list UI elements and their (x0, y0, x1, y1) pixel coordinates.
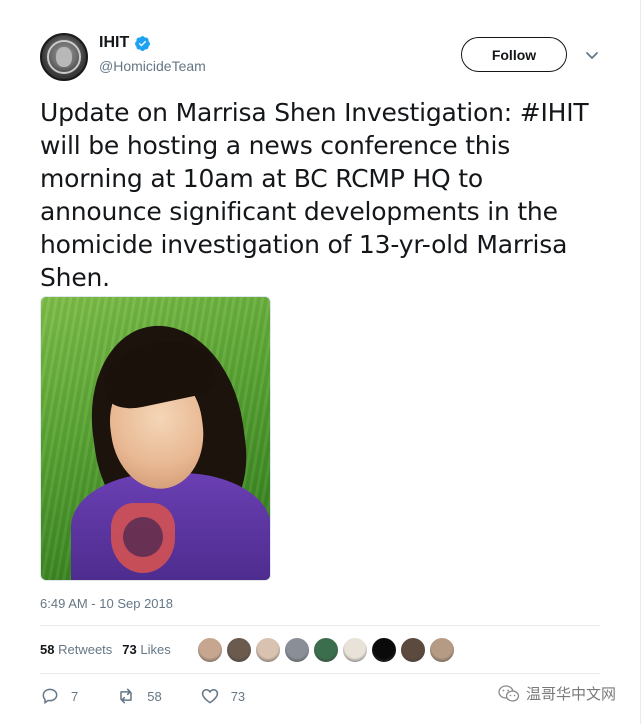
retweet-count: 58 (147, 688, 162, 704)
watermark: 温哥华中文网 (498, 683, 616, 704)
retweets-count: 58 (40, 642, 55, 657)
wechat-icon (498, 684, 520, 702)
like-count: 73 (230, 688, 246, 704)
retweet-icon (120, 688, 132, 704)
likes-count: 73 (122, 642, 137, 657)
liker-avatar[interactable] (255, 637, 281, 663)
verified-badge-icon (135, 35, 151, 51)
liker-avatar[interactable] (342, 637, 368, 663)
reply-action[interactable]: 7 (40, 686, 78, 706)
display-name[interactable]: IHIT (99, 33, 151, 53)
retweets-label: Retweets (58, 642, 113, 657)
divider (40, 625, 600, 626)
user-handle[interactable]: @HomicideTeam (99, 56, 206, 76)
tweet-text: Update on Marrisa Shen Investigation: #I… (40, 98, 589, 292)
chevron-down-icon[interactable] (584, 47, 600, 63)
follow-button[interactable]: Follow (461, 37, 567, 72)
liker-avatars (197, 637, 455, 663)
engagement-stats: 58 Retweets 73 Likes (40, 642, 171, 657)
watermark-text: 温哥华中文网 (526, 685, 617, 703)
liker-avatar[interactable] (313, 637, 339, 663)
retweet-action[interactable]: 58 (116, 686, 162, 706)
heart-icon (201, 688, 218, 704)
retweets-stat[interactable]: 58 Retweets (40, 642, 112, 657)
liker-avatar[interactable] (371, 637, 397, 663)
profile-avatar[interactable] (40, 33, 88, 81)
tweet-actions: 7 58 73 (40, 686, 283, 706)
reply-icon (42, 688, 58, 705)
liker-avatar[interactable] (226, 637, 252, 663)
photo-shirt-print-detail (123, 517, 163, 557)
tweet-photo[interactable] (40, 296, 271, 581)
user-info: IHIT @HomicideTeam (99, 33, 206, 76)
avatar-emblem (56, 47, 72, 67)
tweet-timestamp[interactable]: 6:49 AM - 10 Sep 2018 (40, 596, 173, 611)
tweet-card: IHIT @HomicideTeam Follow Update on Marr… (0, 0, 641, 724)
divider (40, 673, 600, 674)
display-name-text: IHIT (99, 34, 130, 51)
reply-count: 7 (71, 688, 79, 704)
liker-avatar[interactable] (284, 637, 310, 663)
liker-avatar[interactable] (400, 637, 426, 663)
like-action[interactable]: 73 (200, 686, 245, 706)
liker-avatar[interactable] (429, 637, 455, 663)
likes-stat[interactable]: 73 Likes (122, 642, 170, 657)
likes-label: Likes (140, 642, 171, 657)
liker-avatar[interactable] (197, 637, 223, 663)
